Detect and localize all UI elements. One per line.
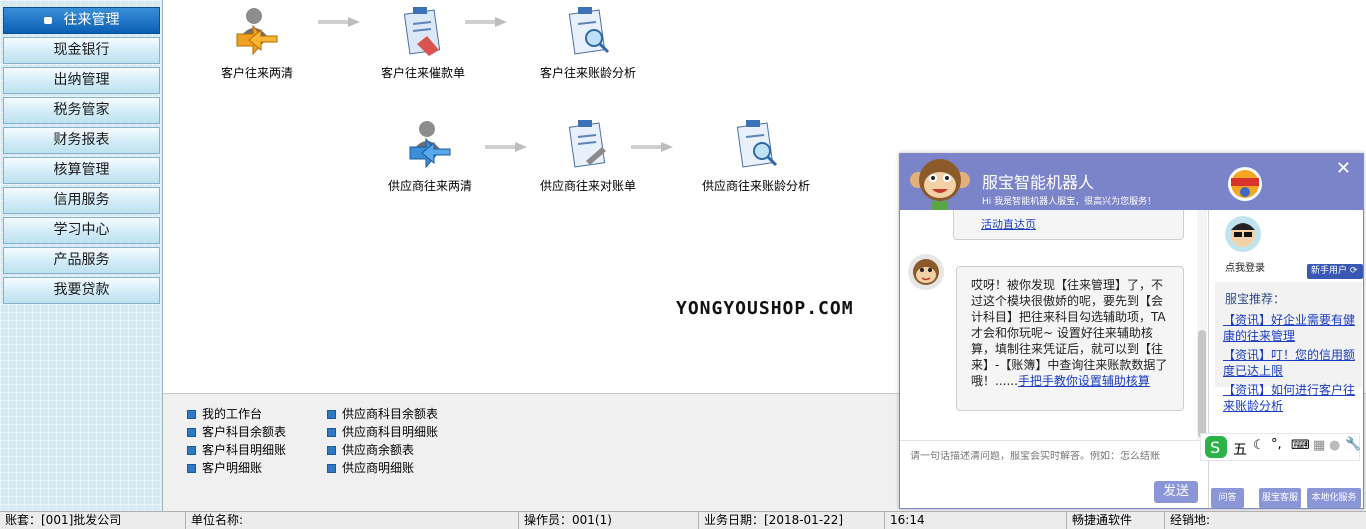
chat-messages: 活动直达页 哎呀！被你发现【往来管理】了，不过这个模块很傲娇的呢，要先到【会计科… [900, 210, 1208, 440]
supplier-settle-icon [409, 121, 451, 169]
recommendations-title: 服宝推荐： [1225, 292, 1286, 306]
bot-message: 哎呀！被你发现【往来管理】了，不过这个模块很傲娇的呢，要先到【会计科目】把往来科… [956, 266, 1184, 411]
status-bar: 账套：[001]批发公司 单位名称: 操作员：001(1) 业务日期：[2018… [0, 511, 1366, 529]
send-button[interactable]: 发送 [1154, 481, 1198, 503]
sidebar-item-tax[interactable]: 税务管家 [3, 97, 160, 124]
close-icon[interactable]: ✕ [1336, 158, 1351, 179]
message-link[interactable]: 活动直达页 [981, 216, 1036, 232]
user-avatar[interactable] [1225, 216, 1261, 252]
report-link[interactable]: 供应商科目明细账 [327, 423, 438, 441]
tab-support[interactable]: 服宝客服 [1259, 488, 1301, 508]
sidebar-item-loan[interactable]: 我要贷款 [3, 277, 160, 304]
chat-input[interactable] [910, 451, 1195, 462]
report-link[interactable]: 供应商明细账 [327, 459, 414, 477]
punctuation-icon[interactable]: °, [1271, 437, 1282, 452]
customer-aging-node[interactable]: 客户往来账龄分析 [508, 4, 668, 81]
newbie-button[interactable]: 新手用户 ⟳ [1307, 264, 1363, 279]
sidebar-item-cashier[interactable]: 出纳管理 [3, 67, 160, 94]
recommendation-link[interactable]: 【资讯】叮！您的信用额度已达上限 [1223, 347, 1358, 379]
chat-scrollbar-thumb[interactable] [1198, 330, 1206, 438]
monkey-mascot-icon [910, 159, 970, 212]
ime-toolbar[interactable]: S 五 ☾ °, ⌨ ▦ ● 🔧 [1200, 433, 1361, 461]
customer-dunning-node[interactable]: 客户往来催款单 [343, 4, 503, 81]
chat-input-area: 发送 [900, 440, 1208, 508]
sidebar-item-learning[interactable]: 学习中心 [3, 217, 160, 244]
report-link[interactable]: 我的工作台 [187, 405, 262, 423]
status-date: 业务日期：[2018-01-22] [698, 512, 884, 529]
supplier-settle-node[interactable]: 供应商往来两清 [350, 117, 510, 194]
report-link[interactable]: 客户明细账 [187, 459, 262, 477]
status-account: 账套：[001]批发公司 [5, 513, 122, 527]
status-dealer: 经销地: [1164, 512, 1366, 529]
monkey-avatar-icon [913, 259, 939, 285]
recommendations-panel: 服宝推荐： 【资讯】好企业需要有健康的往来管理 【资讯】叮！您的信用额度已达上限… [1215, 282, 1362, 413]
chat-header: 服宝智能机器人 Hi 我是智能机器人服宝，很高兴为您服务！ ✕ [900, 154, 1363, 212]
login-link[interactable]: 点我登录 [1225, 259, 1265, 274]
flow-arrow-icon [465, 17, 507, 27]
flow-arrow-icon [631, 142, 673, 152]
sidebar-item-cash-bank[interactable]: 现金银行 [3, 37, 160, 64]
ime-mode-label[interactable]: 五 [1233, 439, 1247, 459]
report-link[interactable]: 供应商余额表 [327, 441, 414, 459]
recommendation-link[interactable]: 【资讯】好企业需要有健康的往来管理 [1223, 312, 1358, 344]
keyboard-icon[interactable]: ⌨ [1291, 438, 1310, 453]
moon-icon[interactable]: ☾ [1253, 438, 1265, 453]
sidebar-nav: 往来管理 现金银行 出纳管理 税务管家 财务报表 核算管理 信用服务 学习中心 … [0, 0, 163, 511]
statement-icon [568, 120, 606, 168]
bot-avatar [908, 254, 944, 290]
sidebar-item-products[interactable]: 产品服务 [3, 247, 160, 274]
sogou-logo-icon: S [1205, 436, 1227, 458]
refresh-icon: ⟳ [1349, 266, 1358, 276]
report-link[interactable]: 客户科目余额表 [187, 423, 286, 441]
status-unit: 单位名称: [185, 512, 518, 529]
chat-side-tabs: 问答 服宝客服 本地化服务 [1209, 482, 1363, 508]
sidebar-item-accounting[interactable]: 核算管理 [3, 157, 160, 184]
expand-icon [43, 16, 52, 24]
chat-window: 服宝智能机器人 Hi 我是智能机器人服宝，很高兴为您服务！ ✕ 活动直达页 哎呀… [899, 153, 1364, 509]
sidebar-item-往来管理[interactable]: 往来管理 [3, 7, 160, 34]
dunning-letter-icon [403, 7, 441, 56]
status-time: 16:14 [884, 512, 1066, 529]
message-link[interactable]: 手把手教你设置辅助核算 [1018, 374, 1150, 388]
user-icon[interactable]: ● [1329, 438, 1340, 453]
tab-qa[interactable]: 问答 [1211, 488, 1244, 508]
svg-text:S: S [1210, 438, 1220, 457]
supplier-statement-node[interactable]: 供应商往来对账单 [508, 117, 668, 194]
previous-message: 活动直达页 [953, 210, 1184, 240]
chat-subtitle: Hi 我是智能机器人服宝，很高兴为您服务！ [982, 197, 1157, 207]
user-avatar-icon [1231, 223, 1255, 247]
sidebar-item-credit[interactable]: 信用服务 [3, 187, 160, 214]
customer-settle-node[interactable]: 客户往来两清 [177, 4, 337, 81]
customer-settle-icon [236, 8, 278, 56]
recommendation-link[interactable]: 【资讯】如何进行客户往来账龄分析 [1223, 382, 1358, 414]
report-link[interactable]: 客户科目明细账 [187, 441, 286, 459]
chat-title: 服宝智能机器人 [982, 173, 1095, 192]
wrench-icon[interactable]: 🔧 [1345, 437, 1361, 452]
status-software: 畅捷通软件 [1066, 512, 1164, 529]
tab-local-service[interactable]: 本地化服务 [1307, 488, 1361, 508]
aging-analysis-icon [736, 120, 778, 168]
watermark: YONGYOUSHOP.COM [676, 298, 854, 319]
status-operator: 操作员：001(1) [518, 512, 698, 529]
chat-sidebar: 点我登录 新手用户 ⟳ 服宝推荐： 【资讯】好企业需要有健康的往来管理 【资讯】… [1208, 210, 1363, 508]
skin-icon[interactable]: ▦ [1313, 438, 1325, 453]
report-link[interactable]: 供应商科目余额表 [327, 405, 438, 423]
supplier-aging-node[interactable]: 供应商往来账龄分析 [676, 117, 836, 194]
aging-analysis-icon [568, 7, 610, 55]
brand-logo-icon [1228, 167, 1262, 201]
sidebar-item-reports[interactable]: 财务报表 [3, 127, 160, 154]
